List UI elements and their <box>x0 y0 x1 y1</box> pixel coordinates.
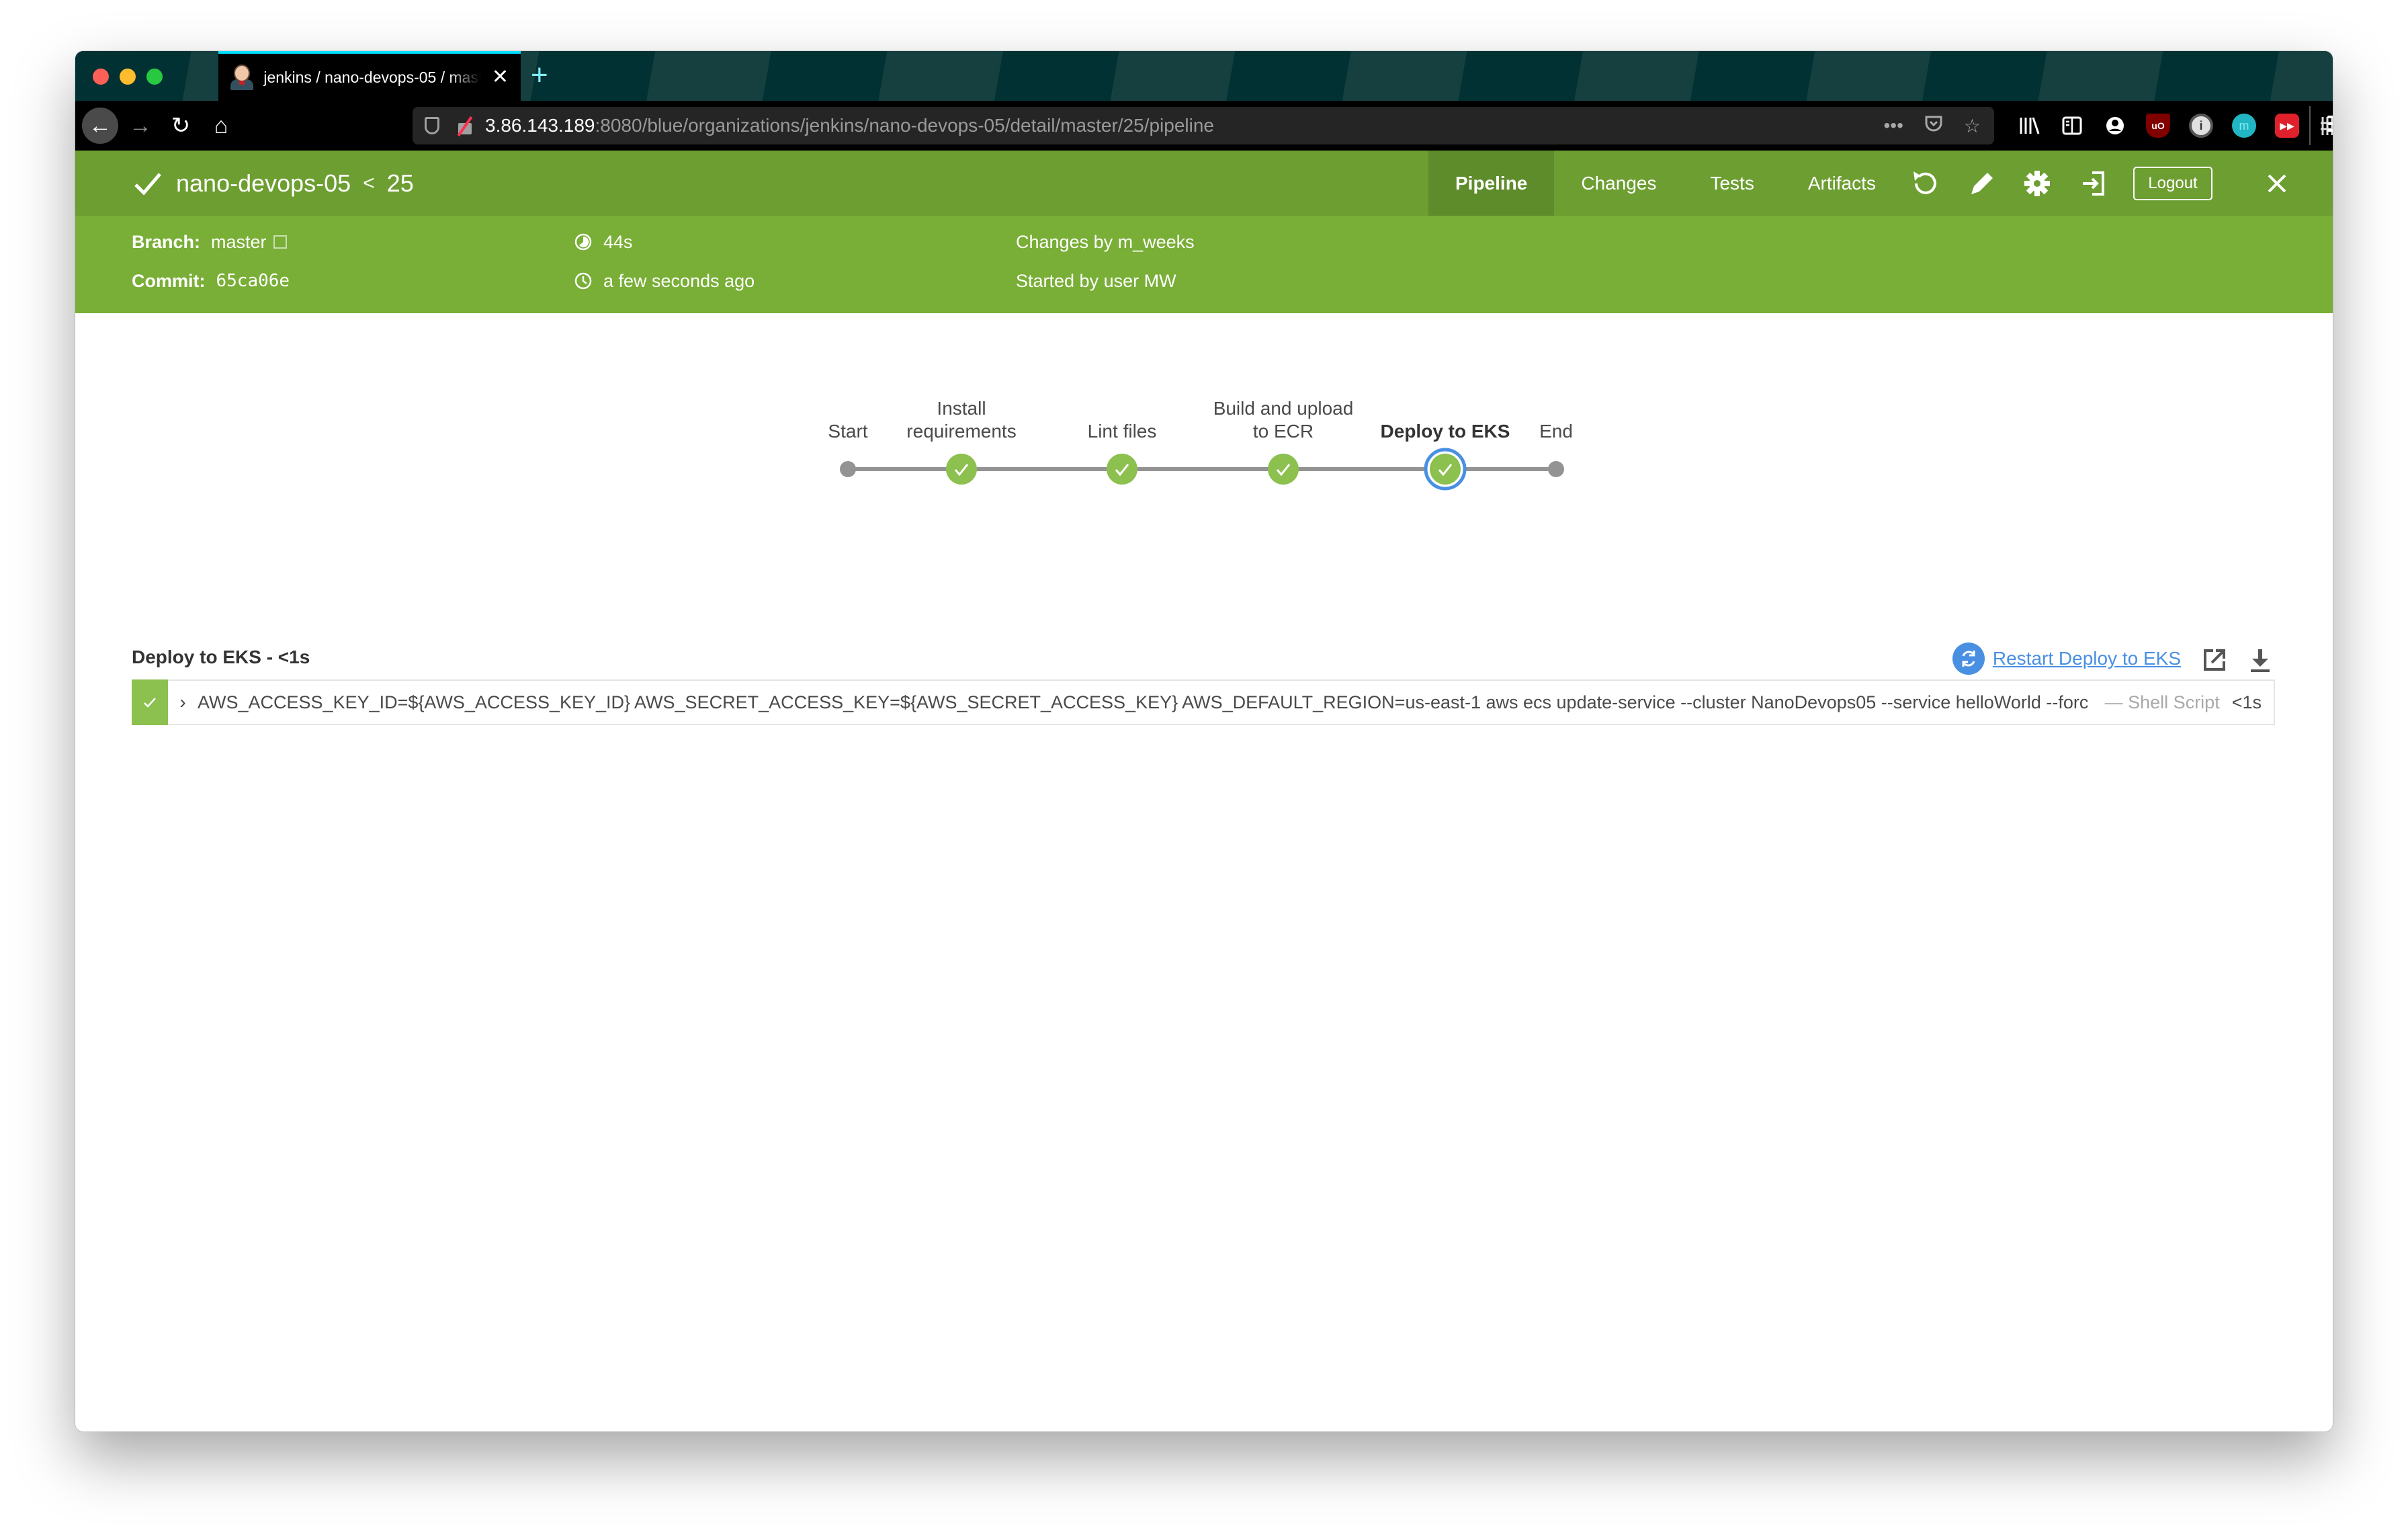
pipeline-name[interactable]: nano-devops-05 <box>176 169 351 198</box>
menu-icon[interactable] <box>2327 112 2333 136</box>
branch-value[interactable]: master <box>211 232 267 253</box>
stage-node-build-and-upload-to-ecr[interactable] <box>1268 454 1299 485</box>
run-tabs: Pipeline Changes Tests Artifacts <box>1428 151 1903 216</box>
run-header: nano-devops-05 < 25 Pipeline Changes Tes… <box>75 151 2333 362</box>
step-row[interactable]: › AWS_ACCESS_KEY_ID=${AWS_ACCESS_KEY_ID}… <box>132 679 2275 725</box>
step-duration: <1s <box>2231 692 2262 712</box>
window-maximize-button[interactable] <box>146 69 163 85</box>
jenkins-icon <box>230 65 253 90</box>
commit-label: Commit: <box>132 270 206 291</box>
stage-success-circle <box>946 454 977 485</box>
changes-by: Changes by m_weeks <box>1016 231 1195 252</box>
navigation-bar: ← → ↻ ⌂ 3.86.143.189:8080/blue/organizat… <box>75 101 2333 151</box>
library-icon[interactable] <box>2017 114 2041 138</box>
sidebar-icon[interactable] <box>2060 114 2084 138</box>
stage-success-circle <box>1430 454 1461 485</box>
tab-changes[interactable]: Changes <box>1554 151 1683 216</box>
download-icon[interactable] <box>2247 647 2274 673</box>
logout-button[interactable]: Logout <box>2133 167 2212 200</box>
run-title: nano-devops-05 < 25 <box>132 151 414 216</box>
commit-value[interactable]: 65ca06e <box>216 271 290 291</box>
tab-title: jenkins / nano-devops-05 / master #25 <box>263 68 481 86</box>
toolbar-divider <box>2309 106 2311 145</box>
plus-icon[interactable]: + <box>531 60 548 90</box>
pipeline-terminal-node <box>840 461 856 477</box>
restart-icon[interactable] <box>1952 643 1985 675</box>
stage-label[interactable]: Install requirements <box>906 397 1016 443</box>
success-check-icon <box>134 172 161 196</box>
stage-node-install-requirements[interactable] <box>946 454 977 485</box>
stage-success-circle <box>1268 454 1299 485</box>
step-type: — Shell Script <box>2104 692 2220 712</box>
stage-label[interactable]: Build and upload to ECR <box>1213 397 1354 443</box>
shield-icon[interactable] <box>425 117 439 134</box>
started-by: Started by user MW <box>1016 270 1176 291</box>
browser-window: jenkins / nano-devops-05 / master #25 ✕ … <box>75 51 2333 1432</box>
step-panel-title: Deploy to EKS - <1s <box>132 647 310 667</box>
replay-icon[interactable] <box>1909 169 1939 198</box>
tab-artifacts[interactable]: Artifacts <box>1781 151 1903 216</box>
run-header-top: nano-devops-05 < 25 Pipeline Changes Tes… <box>75 151 2333 216</box>
more-icon[interactable]: ••• <box>1883 115 1903 136</box>
tab-bar: jenkins / nano-devops-05 / master #25 ✕ … <box>75 51 2333 101</box>
window-minimize-button[interactable] <box>120 69 136 85</box>
m-extension-icon[interactable]: m <box>2232 114 2256 138</box>
close-icon[interactable]: ✕ <box>492 67 509 87</box>
breadcrumb-separator: < <box>363 171 375 194</box>
started-time: a few seconds ago <box>603 270 755 291</box>
stage-success-circle <box>1107 454 1137 485</box>
account-icon[interactable] <box>2103 114 2127 138</box>
stage-node-lint-files[interactable] <box>1107 454 1137 485</box>
chevron-right-icon[interactable]: › <box>168 692 198 713</box>
restart-stage-link[interactable]: Restart Deploy to EKS <box>1952 643 2181 675</box>
star-icon[interactable]: ☆ <box>1964 115 1981 137</box>
run-number: 25 <box>386 169 414 197</box>
step-success-icon <box>132 679 168 725</box>
window-close-button[interactable] <box>93 69 109 85</box>
clock-icon <box>574 272 592 290</box>
tab-tests[interactable]: Tests <box>1683 151 1780 216</box>
stage-label[interactable]: End <box>1539 420 1573 443</box>
settings-icon[interactable] <box>2022 169 2052 198</box>
home-icon[interactable]: ⌂ <box>203 108 239 144</box>
stage-label[interactable]: Lint files <box>1088 420 1157 443</box>
url-bar[interactable]: 3.86.143.189:8080/blue/organizations/jen… <box>413 107 1994 144</box>
pipeline-graph-svg <box>840 448 1564 491</box>
stage-label[interactable]: Deploy to EKS <box>1381 420 1510 443</box>
url-path: :8080/blue/organizations/jenkins/nano-de… <box>595 115 1215 136</box>
stage-label[interactable]: Start <box>828 420 867 443</box>
open-external-icon[interactable] <box>2201 647 2228 673</box>
edit-icon[interactable] <box>1966 169 1995 198</box>
arrow-left-icon[interactable]: ← <box>82 108 118 144</box>
step-panel-header: Deploy to EKS - <1s Restart Deploy to EK… <box>132 640 2275 680</box>
step-command[interactable]: AWS_ACCESS_KEY_ID=${AWS_ACCESS_KEY_ID} A… <box>198 692 2089 713</box>
restart-stage-label[interactable]: Restart Deploy to EKS <box>1993 648 2181 669</box>
fast-forward-extension-icon[interactable]: ▶▶ <box>2275 114 2299 138</box>
url-host: 3.86.143.189 <box>485 115 595 136</box>
stage-node-deploy-to-eks[interactable] <box>1424 448 1467 491</box>
arrow-right-icon[interactable]: → <box>122 108 159 144</box>
pipeline-terminal-node <box>1548 461 1564 477</box>
insecure-lock-icon[interactable] <box>457 116 473 135</box>
run-info: Branch: master Commit: 65ca06e 44s a few… <box>75 216 2333 313</box>
info-extension-icon[interactable]: i <box>2189 114 2213 138</box>
browser-tab[interactable]: jenkins / nano-devops-05 / master #25 ✕ <box>218 51 521 101</box>
pocket-icon[interactable] <box>1924 114 1944 138</box>
login-icon[interactable] <box>2079 169 2108 198</box>
tab-pipeline[interactable]: Pipeline <box>1428 151 1555 216</box>
duration-icon <box>574 233 592 251</box>
reload-icon[interactable]: ↻ <box>163 108 199 144</box>
close-icon[interactable] <box>2260 167 2294 200</box>
branch-label: Branch: <box>132 231 201 252</box>
duration-value: 44s <box>603 231 633 252</box>
pipeline-graph: Start Install requirements Lint files Build … <box>75 362 2333 665</box>
ublock-icon[interactable]: uO <box>2146 114 2170 138</box>
external-link-icon[interactable] <box>273 235 287 249</box>
